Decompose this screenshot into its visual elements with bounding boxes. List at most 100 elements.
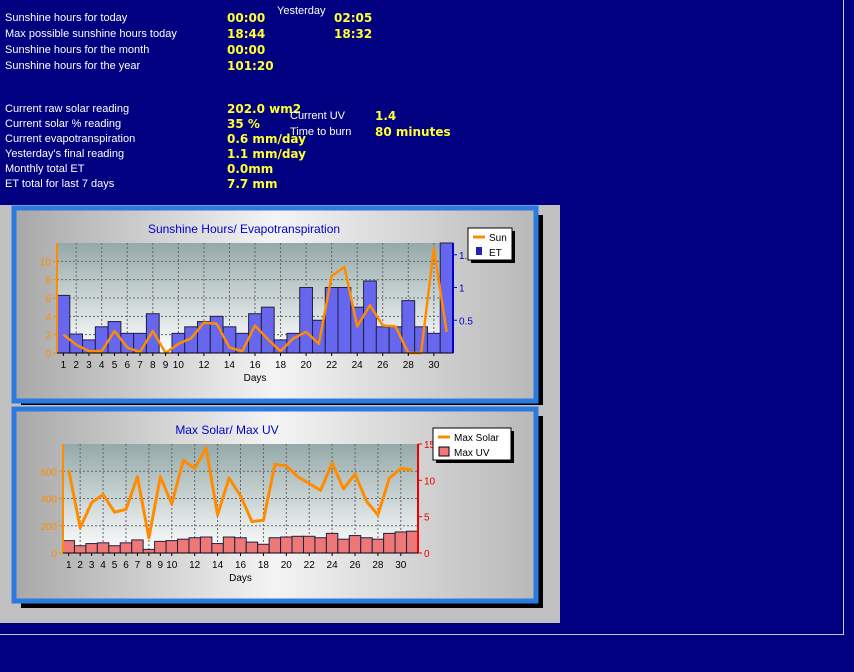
right-tick-label: 0.5 [459,316,473,327]
stat-value: 00:00 [227,11,266,25]
x-tick-label: 4 [99,360,105,371]
stat-label: Current evapotranspiration [5,133,136,145]
max-uv-bar [257,543,270,554]
x-tick-label: 16 [235,560,247,571]
et-bar [363,280,377,354]
et-bar [388,326,403,354]
left-tick-label: 2 [45,331,51,342]
left-tick-label: 6 [45,294,51,305]
max-uv-bar [165,540,179,554]
et-bar [337,287,352,354]
max-uv-bar [96,542,110,554]
x-tick-label: 5 [112,360,118,371]
stat-value: 35 % [227,117,260,131]
x-tick-label: 1 [61,360,67,371]
x-tick-label: 24 [327,560,339,571]
left-tick-label: 4 [45,312,51,323]
max-uv-bar [188,537,201,554]
stat-label: Yesterday's final reading [5,148,125,160]
stat-label: Sunshine hours for the month [5,44,150,56]
x-tick-label: 3 [86,360,92,371]
x-tick-label: 8 [146,560,152,571]
et-bar [426,332,441,354]
max-uv-bar [154,540,167,554]
left-tick-label: 200 [40,522,57,533]
et-bar [375,326,390,354]
legend-bar-swatch [438,446,450,457]
stat-value: 00:00 [227,43,266,57]
et-bar [260,306,275,354]
left-tick-label: 0 [51,549,57,560]
et-bar [299,287,313,354]
max-uv-bar [108,545,121,554]
stat-yesterday-value: 18:32 [334,27,373,41]
x-tick-label: 6 [123,560,129,571]
max-uv-bar [268,537,282,554]
chart-title: Sunshine Hours/ Evapotranspiration [148,222,340,236]
max-uv-bar [85,543,98,554]
stat-value: 1.1 mm/day [227,147,306,161]
x-tick-label: 28 [372,560,384,571]
max-uv-bar [302,535,316,554]
x-tick-label: 12 [189,560,201,571]
stat-value: 7.7 mm [227,177,278,191]
sunshine-et-chart: Sunshine Hours/ Evapotranspiration024681… [11,205,543,405]
et-bar [56,294,71,354]
x-tick-label: 14 [224,360,236,371]
x-tick-label: 5 [112,560,118,571]
x-tick-label: 10 [173,360,185,371]
x-tick-label: 30 [428,360,440,371]
max-uv-bar [62,540,75,554]
stat-label: Sunshine hours for the year [5,60,141,72]
charts-area: Sunshine Hours/ Evapotranspiration 0 2 4 6 8 1… [0,205,560,623]
yesterday-header: Yesterday [277,5,326,17]
max-uv-bar [371,538,385,554]
right-tick-label: 10 [424,476,436,487]
x-tick-label: 20 [301,360,313,371]
time-to-burn-value: 80 minutes [375,125,451,139]
max-uv-bar [177,538,190,554]
x-tick-label: 12 [198,360,210,371]
stat-value: 18:44 [227,27,266,41]
left-tick-label: 8 [45,276,51,287]
max-uv-bar [211,543,224,554]
x-tick-label: 6 [124,360,130,371]
max-uv-bar [234,537,247,554]
x-tick-label: 18 [258,560,270,571]
x-tick-label: 2 [73,360,79,371]
current-uv-value: 1.4 [375,109,397,123]
stat-label: Current raw solar reading [5,103,130,115]
x-tick-label: 14 [212,560,224,571]
max-uv-bar [325,532,339,554]
x-axis-label: Days [244,373,267,384]
x-tick-label: 28 [403,360,415,371]
max-uv-bar [360,537,373,554]
x-tick-label: 3 [89,560,95,571]
max-uv-bar [119,542,133,554]
max-uv-bar [337,538,350,554]
stat-label: Sunshine hours for today [5,12,128,24]
stat-yesterday-value: 02:05 [334,11,373,25]
x-tick-label: 30 [395,560,407,571]
x-tick-label: 22 [326,360,338,371]
weather-panel: Sunshine hours for today 00:00 02:05 Max po… [0,0,844,635]
stat-label: Max possible sunshine hours today [5,28,177,40]
stat-label: Current solar % reading [5,118,122,130]
max-uv-bar [142,548,156,554]
left-tick-label: 600 [40,467,57,478]
x-tick-label: 8 [150,360,156,371]
legend-label: Sun [489,233,507,244]
et-bar [209,315,224,354]
left-tick-label: 10 [40,257,52,268]
max-uv-bar [291,535,304,554]
x-tick-label: 26 [377,360,389,371]
max-uv-bar [131,539,144,554]
max-uv-bar [348,535,362,554]
et-bar [350,306,365,354]
x-tick-label: 7 [135,560,141,571]
stat-value: 101:20 [227,59,274,73]
x-tick-label: 22 [304,560,316,571]
max-uv-bar [245,541,259,554]
max-uv-bar [280,536,293,554]
x-axis-label: Days [229,573,252,584]
